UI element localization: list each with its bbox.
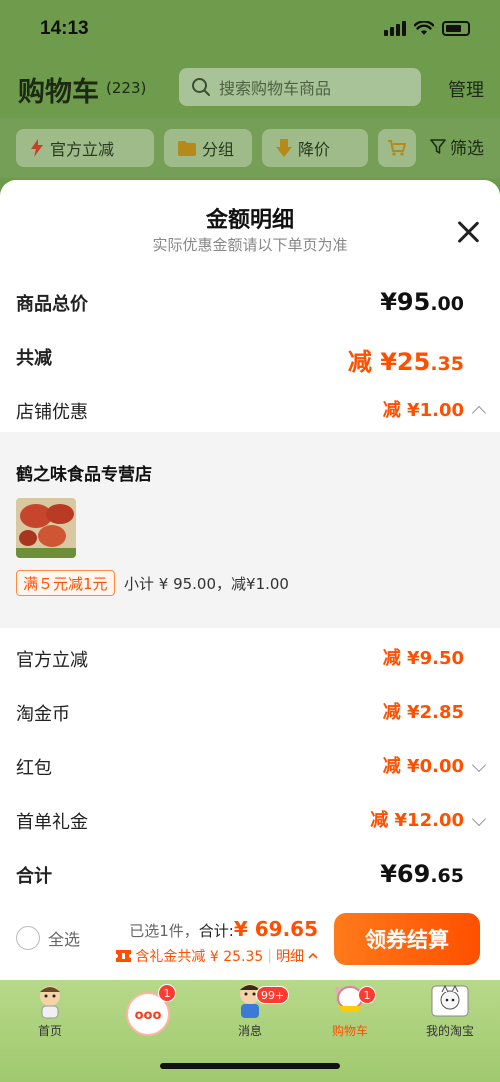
tab-guangguang[interactable]: ooo 1 [100, 980, 200, 1040]
row-taojinbi: 淘金币 减 ¥2.85 [16, 692, 484, 732]
folder-icon [178, 140, 196, 156]
funnel-icon [430, 138, 446, 154]
shop-subtotal: 小计 ¥ 95.00，减¥1.00 [124, 575, 289, 593]
tab-my-taobao[interactable]: 我的淘宝 [400, 980, 500, 1040]
row-total-price: 商品总价 ¥95.00 [16, 282, 484, 322]
row-label: 官方立减 [16, 650, 88, 671]
status-time: 14:13 [40, 18, 89, 39]
tab-badge: 1 [358, 986, 376, 1004]
checkout-summary: 已选1件，合计:¥ 69.65 [129, 917, 318, 941]
amount-detail-sheet: 金额明细 实际优惠金额请以下单页为准 商品总价 ¥95.00 共减 减 ¥25.… [0, 180, 500, 980]
row-value: ¥69.65 [380, 860, 464, 888]
chevron-down-icon [471, 811, 487, 827]
row-label: 店铺优惠 [16, 402, 88, 423]
tab-cart[interactable]: 1 购物车 [300, 980, 400, 1040]
filter-chip-label: 官方立减 [50, 140, 115, 159]
row-label: 合计 [16, 866, 52, 887]
page-title: 购物车 [18, 77, 99, 108]
filter-chip-official-reduce[interactable]: 官方立减 [16, 129, 154, 167]
checkout-button[interactable]: 领券结算 [334, 913, 480, 965]
filter-chip-label: 分组 [202, 140, 235, 159]
row-value: 减 ¥12.00 [370, 810, 464, 831]
checkout-bar: 全选 已选1件，合计:¥ 69.65 含礼金共减 ¥ 25.35 | 明细 领券… [0, 900, 500, 980]
filter-label: 筛选 [450, 139, 484, 159]
filter-chip-price-drop[interactable]: 降价 [262, 129, 368, 167]
filter-bar: 官方立减 分组 降价 [0, 118, 500, 178]
sheet-subtitle: 实际优惠金额请以下单页为准 [152, 236, 348, 254]
row-value: ¥95.00 [380, 288, 464, 316]
search-icon [192, 78, 210, 96]
select-all-toggle[interactable]: 全选 [16, 926, 80, 950]
row-first-order-gift[interactable]: 首单礼金 减 ¥12.00 [16, 800, 487, 840]
select-all-label: 全选 [48, 930, 81, 949]
search-input[interactable]: 搜索购物车商品 [179, 68, 421, 106]
selected-count-text: 已选1件， [129, 922, 199, 940]
row-hongbao[interactable]: 红包 减 ¥0.00 [16, 746, 487, 786]
tab-badge: 1 [158, 984, 176, 1002]
lightning-icon [31, 139, 43, 157]
gift-discount-text: 含礼金共减 ¥ 25.35 [135, 949, 264, 965]
tab-label: 购物车 [331, 1024, 368, 1038]
row-value: 减 ¥0.00 [382, 756, 464, 777]
status-bar: 14:13 [0, 0, 500, 60]
signal-icon [384, 20, 406, 36]
row-value: 减 ¥9.50 [382, 648, 464, 669]
profile-mascot-icon [431, 984, 469, 1017]
wifi-icon [414, 20, 434, 35]
tab-badge: 99+ [256, 986, 290, 1004]
svg-text:ooo: ooo [135, 1008, 162, 1023]
row-label: 商品总价 [16, 294, 88, 315]
sheet-title: 金额明细 [205, 208, 294, 233]
row-total-reduce: 共减 减 ¥25.35 [16, 336, 484, 376]
row-value: 减 ¥25.35 [347, 348, 464, 376]
total-amount: ¥ 69.65 [233, 917, 318, 941]
battery-icon [442, 20, 470, 36]
row-official-reduce: 官方立减 减 ¥9.50 [16, 638, 484, 678]
total-label: 合计: [198, 922, 234, 940]
select-all-radio[interactable] [16, 926, 40, 950]
filter-chip-cart[interactable] [378, 129, 416, 167]
filter-chip-label: 降价 [298, 140, 331, 159]
filter-chip-group[interactable]: 分组 [164, 129, 252, 167]
chevron-up-icon [308, 952, 318, 959]
row-label: 红包 [16, 758, 52, 779]
row-value: 减 ¥1.00 [382, 400, 464, 421]
manage-button[interactable]: 管理 [448, 76, 484, 102]
tab-label: 我的淘宝 [425, 1024, 474, 1038]
home-indicator [160, 1063, 340, 1069]
product-thumbnail[interactable] [16, 498, 76, 558]
shop-discount-detail: 鹤之味食品专营店 满５元减1元 小计 ¥ 95.00，减¥1.00 [0, 432, 500, 628]
discount-summary[interactable]: 含礼金共减 ¥ 25.35 | 明细 [116, 946, 318, 966]
row-value: 减 ¥2.85 [382, 702, 464, 723]
cart-icon [388, 140, 406, 156]
arrow-down-icon [276, 139, 292, 157]
tab-messages[interactable]: 99+ 消息 [200, 980, 300, 1040]
home-mascot-icon [40, 986, 60, 1019]
tab-home[interactable]: 首页 [0, 980, 100, 1040]
tab-label: 消息 [237, 1024, 262, 1038]
cart-count: (223) [106, 79, 147, 97]
search-placeholder: 搜索购物车商品 [219, 79, 332, 98]
product-image [16, 498, 76, 558]
close-icon[interactable] [456, 220, 480, 244]
chevron-up-icon [471, 405, 487, 421]
row-grand-total: 合计 ¥69.65 [16, 854, 484, 894]
shop-name: 鹤之味食品专营店 [16, 465, 152, 485]
detail-label: 明细 [276, 949, 304, 965]
chevron-down-icon [471, 757, 487, 773]
ticket-icon [116, 950, 132, 962]
promo-tag: 满５元减1元 [16, 570, 115, 596]
row-label: 淘金币 [16, 704, 70, 725]
row-shop-discount[interactable]: 店铺优惠 减 ¥1.00 [16, 390, 487, 430]
status-icons [384, 20, 470, 36]
divider: | [267, 948, 272, 964]
tab-label: 首页 [37, 1024, 62, 1038]
row-label: 共减 [16, 348, 52, 369]
filter-button[interactable]: 筛选 [430, 134, 484, 159]
row-label: 首单礼金 [16, 812, 88, 833]
